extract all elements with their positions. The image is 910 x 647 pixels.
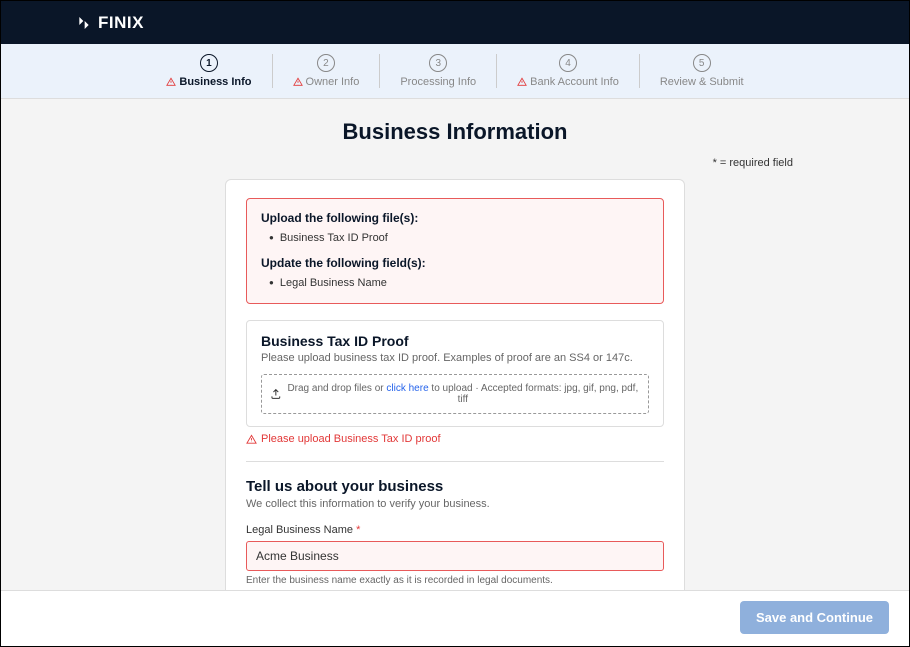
brand-name: FINIX [98, 13, 144, 33]
form-section-subtitle: We collect this information to verify yo… [246, 498, 664, 510]
step-number: 1 [200, 54, 218, 72]
legal-name-label: Legal Business Name * [246, 524, 664, 536]
dropzone-formats: · Accepted formats: jpg, gif, png, pdf, … [458, 383, 639, 405]
validation-alert: Upload the following file(s): Business T… [246, 198, 664, 304]
alert-update-item: Legal Business Name [269, 275, 649, 291]
step-review-&-submit[interactable]: 5 Review & Submit [640, 54, 764, 88]
step-bank-account-info[interactable]: 4 Bank Account Info [497, 54, 640, 88]
warning-icon [293, 77, 303, 87]
legal-business-name-field: Legal Business Name * Enter the business… [246, 524, 664, 590]
page-title: Business Information [1, 119, 909, 145]
required-field-note: * = required field [115, 157, 795, 169]
legal-name-help: Enter the business name exactly as it is… [246, 575, 664, 586]
brand-logo: FINIX [76, 13, 144, 33]
alert-upload-heading: Upload the following file(s): [261, 211, 649, 225]
step-number: 2 [317, 54, 335, 72]
warning-icon [517, 77, 527, 87]
step-business-info[interactable]: 1 Business Info [146, 54, 272, 88]
step-owner-info[interactable]: 2 Owner Info [273, 54, 381, 88]
warning-icon [246, 434, 257, 445]
app-header: FINIX [1, 1, 909, 44]
upload-title: Business Tax ID Proof [261, 333, 649, 349]
dropzone-suffix: to upload [429, 383, 473, 394]
alert-update-heading: Update the following field(s): [261, 256, 649, 270]
progress-stepper: 1 Business Info 2 Owner Info 3 Processing Inf… [1, 44, 909, 99]
step-label: Processing Info [400, 76, 476, 88]
save-and-continue-button[interactable]: Save and Continue [740, 601, 889, 634]
file-dropzone[interactable]: Drag and drop files or click here to upl… [261, 374, 649, 414]
step-label: Bank Account Info [517, 76, 619, 88]
step-number: 5 [693, 54, 711, 72]
upload-subtitle: Please upload business tax ID proof. Exa… [261, 352, 649, 364]
alert-upload-item: Business Tax ID Proof [269, 230, 649, 246]
step-processing-info[interactable]: 3 Processing Info [380, 54, 497, 88]
page-footer: Save and Continue [1, 590, 909, 644]
step-label: Owner Info [293, 76, 360, 88]
main-content: Business Information * = required field … [1, 99, 909, 590]
form-card: Upload the following file(s): Business T… [225, 179, 685, 590]
alert-update-list: Legal Business Name [261, 275, 649, 291]
step-number: 3 [429, 54, 447, 72]
section-divider [246, 461, 664, 462]
dropzone-link[interactable]: click here [386, 383, 428, 394]
upload-error-text: Please upload Business Tax ID proof [261, 433, 441, 445]
form-section-title: Tell us about your business [246, 478, 664, 495]
legal-business-name-input[interactable] [246, 541, 664, 571]
upload-error: Please upload Business Tax ID proof [246, 433, 664, 445]
alert-upload-list: Business Tax ID Proof [261, 230, 649, 246]
step-label: Review & Submit [660, 76, 744, 88]
step-number: 4 [559, 54, 577, 72]
step-label: Business Info [166, 76, 251, 88]
upload-panel: Business Tax ID Proof Please upload busi… [246, 320, 664, 427]
finix-logo-icon [76, 15, 92, 31]
warning-icon [166, 77, 176, 87]
dropzone-prefix: Drag and drop files or [287, 383, 386, 394]
upload-icon [270, 388, 282, 400]
